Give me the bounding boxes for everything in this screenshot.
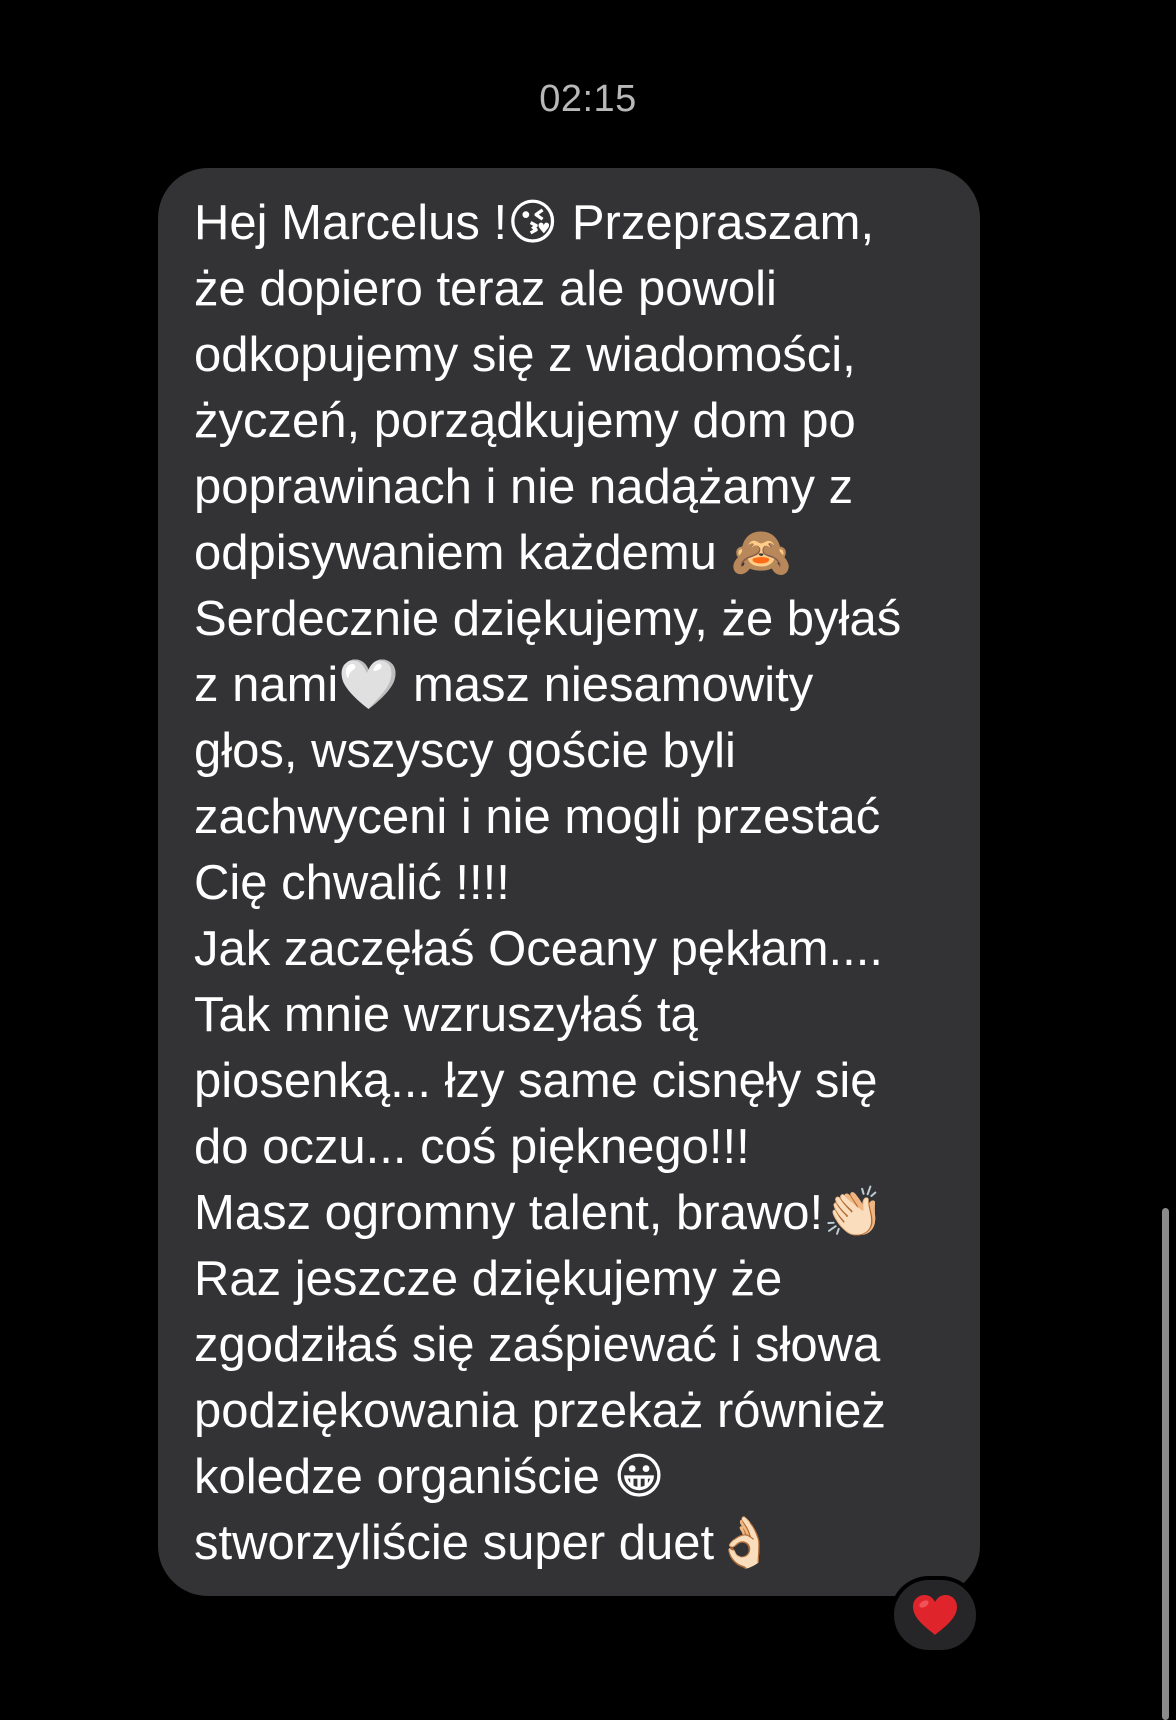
message-line: odpisywaniem każdemu 🙈 xyxy=(194,526,792,580)
message-line: do oczu... coś pięknego!!! xyxy=(194,1120,750,1174)
message-line: Raz jeszcze dziękujemy że xyxy=(194,1252,783,1306)
message-line: podziękowania przekaż również xyxy=(194,1384,886,1438)
red-heart-icon xyxy=(911,1593,959,1637)
message-line: Tak mnie wzruszyłaś tą xyxy=(194,988,698,1042)
message-line: stworzyliście super duet👌🏻 xyxy=(194,1516,776,1570)
message-line: poprawinach i nie nadążamy z xyxy=(194,460,854,514)
message-timestamp: 02:15 xyxy=(539,78,637,120)
message-line: Jak zaczęłaś Oceany pękłam.... xyxy=(194,922,884,976)
message-line: Serdecznie dziękujemy, że byłaś xyxy=(194,592,902,646)
message-line: koledze organiście 😀 xyxy=(194,1450,665,1504)
heart-reaction-badge[interactable] xyxy=(890,1576,980,1654)
message-line: odkopujemy się z wiadomości, xyxy=(194,328,856,382)
message-line: Masz ogromny talent, brawo!👏🏻 xyxy=(194,1186,885,1240)
message-line: Hej Marcelus !😘 Przepraszam, xyxy=(194,196,875,250)
message-bubble[interactable]: Hej Marcelus !😘 Przepraszam, że dopiero … xyxy=(158,168,980,1596)
message-line: zachwyceni i nie mogli przestać xyxy=(194,790,881,844)
message-line: życzeń, porządkujemy dom po xyxy=(194,394,856,448)
message-line: piosenką... łzy same cisnęły się xyxy=(194,1054,878,1108)
message-line: z nami🤍 masz niesamowity xyxy=(194,658,814,712)
message-line: że dopiero teraz ale powoli xyxy=(194,262,777,316)
message-line: Cię chwalić !!!! xyxy=(194,856,510,910)
message-line: głos, wszyscy goście byli xyxy=(194,724,736,778)
scrollbar[interactable] xyxy=(1162,1208,1169,1720)
message-line: zgodziłaś się zaśpiewać i słowa xyxy=(194,1318,881,1372)
